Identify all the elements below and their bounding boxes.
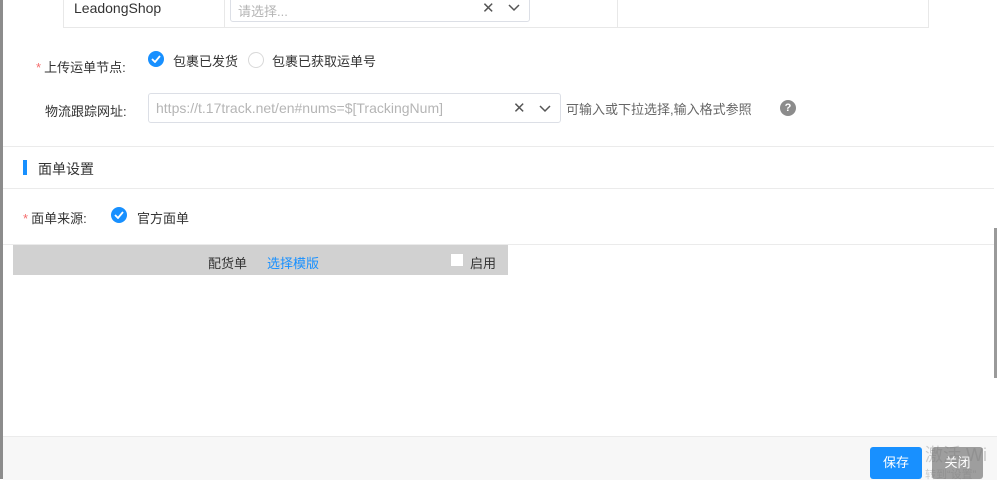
window-left-edge [0, 0, 3, 479]
radio-waybill-obtained-label[interactable]: 包裹已获取运单号 [272, 51, 376, 70]
radio-shipped[interactable] [148, 51, 164, 67]
enable-checkbox-label[interactable]: 启用 [470, 253, 496, 272]
activation-watermark-sub: 转到“设置” [925, 469, 977, 481]
section-accent-bar [23, 160, 27, 175]
enable-checkbox[interactable] [450, 253, 464, 267]
template-name: 配货单 [208, 256, 248, 271]
shop-config-select[interactable]: 请选择... ✕ [230, 0, 530, 22]
radio-shipped-label[interactable]: 包裹已发货 [173, 51, 238, 70]
required-mark: * [36, 60, 42, 75]
waybill-source-label-text: 面单来源: [31, 211, 87, 226]
template-row: 配货单 选择模版 启用 [13, 245, 508, 275]
help-icon[interactable]: ? [780, 100, 796, 116]
radio-official-waybill-label[interactable]: 官方面单 [137, 208, 189, 227]
table-divider [224, 0, 225, 27]
chevron-down-icon[interactable] [508, 0, 520, 15]
tracking-url-hint: 可输入或下拉选择,输入格式参照 [566, 102, 752, 117]
save-button[interactable]: 保存 [870, 447, 922, 479]
tracking-url-placeholder: https://t.17track.net/en#nums=$[Tracking… [156, 100, 444, 116]
divider [3, 188, 994, 189]
required-mark: * [23, 211, 29, 226]
select-template-link[interactable]: 选择模版 [267, 253, 319, 272]
tracking-url-select[interactable]: https://t.17track.net/en#nums=$[Tracking… [148, 93, 561, 123]
upload-node-label-text: 上传运单节点: [44, 60, 126, 75]
table-divider [617, 0, 618, 27]
clear-icon[interactable]: ✕ [513, 99, 526, 117]
waybill-source-label: * 面单来源: [23, 208, 87, 227]
radio-waybill-obtained[interactable] [248, 52, 264, 68]
activation-watermark: 激活 Wi [925, 445, 987, 465]
clear-icon[interactable]: ✕ [482, 0, 495, 17]
footer-bar [3, 436, 997, 480]
chevron-down-icon[interactable] [539, 101, 551, 116]
select-placeholder: 请选择... [238, 4, 288, 19]
tracking-url-label: 物流跟踪网址: [45, 104, 127, 119]
divider [3, 146, 994, 147]
shop-table-row: LeadongShop 请选择... ✕ [63, 0, 929, 28]
upload-node-label: * 上传运单节点: [36, 57, 126, 76]
radio-official-waybill[interactable] [111, 207, 127, 223]
section-title: 面单设置 [38, 161, 94, 177]
shop-name: LeadongShop [74, 0, 162, 16]
